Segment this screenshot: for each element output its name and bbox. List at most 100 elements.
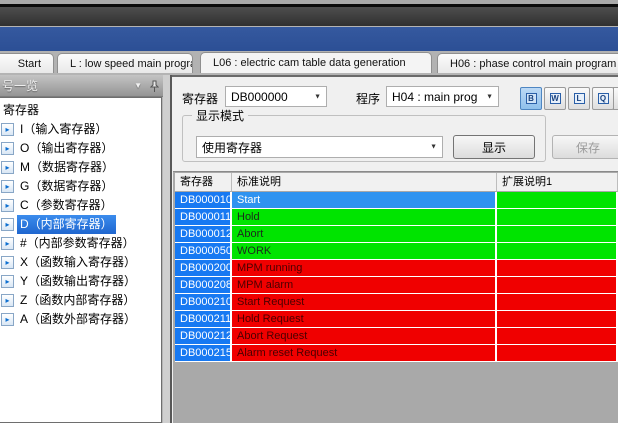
save-button[interactable]: 保存: [552, 135, 618, 159]
extended-description-cell[interactable]: [497, 260, 618, 277]
tree-item-label: O（输出寄存器）: [17, 139, 116, 158]
tree-item-label: C（参数寄存器）: [17, 196, 116, 215]
extended-description-cell[interactable]: [497, 192, 618, 209]
tree-item-label: A（函数外部寄存器）: [17, 310, 139, 329]
register-type-icon: ▸: [1, 275, 14, 288]
program-combobox-value: H04 : main prog: [392, 90, 477, 104]
description-cell[interactable]: Start: [232, 192, 497, 209]
column-header-extended-description[interactable]: 扩展说明1: [497, 173, 618, 192]
register-list-panel: 寄存器 DB000000 ▼ 程序 H04 : main prog ▼ BWLQ…: [172, 75, 618, 423]
extended-description-cell[interactable]: [497, 209, 618, 226]
table-row[interactable]: DB000010 Start: [175, 192, 618, 209]
description-cell[interactable]: Abort Request: [232, 328, 497, 345]
pin-icon[interactable]: [150, 80, 159, 93]
description-cell[interactable]: Start Request: [232, 294, 497, 311]
tab-start[interactable]: Start: [0, 53, 54, 73]
extended-description-cell[interactable]: [497, 277, 618, 294]
register-combobox[interactable]: DB000000 ▼: [225, 86, 327, 107]
table-row[interactable]: DB000215 Alarm reset Request: [175, 345, 618, 362]
column-header-register[interactable]: 寄存器: [175, 173, 232, 192]
sidebar-tree-item[interactable]: ▸ G（数据寄存器）: [0, 177, 161, 196]
sidebar-tree-item[interactable]: ▸ I（输入寄存器）: [0, 120, 161, 139]
display-mode-label: 显示模式: [192, 107, 248, 124]
tree-item-label: G（数据寄存器）: [17, 177, 116, 196]
tab-electric-cam-table[interactable]: L06 : electric cam table data generation: [200, 52, 432, 73]
b-register-icon: B: [526, 93, 537, 104]
menu-toolbar-band: [0, 27, 618, 51]
chevron-down-icon[interactable]: ▼: [486, 93, 493, 100]
register-type-icon: ▸: [1, 199, 14, 212]
table-row[interactable]: DB000011 Hold: [175, 209, 618, 226]
register-cell[interactable]: DB000010: [175, 192, 232, 209]
sidebar-tree-item[interactable]: ▸ Z（函数内部寄存器）: [0, 291, 161, 310]
tab-phase-control-main-program[interactable]: H06 : phase control main program: [437, 53, 618, 73]
register-cell[interactable]: DB000200: [175, 260, 232, 277]
program-combo-label: 程序: [356, 90, 380, 107]
chevron-down-icon[interactable]: ▼: [430, 144, 437, 151]
table-row[interactable]: DB000050 WORK: [175, 243, 618, 260]
extended-description-cell[interactable]: [497, 294, 618, 311]
view-size-button-w[interactable]: W: [544, 87, 566, 110]
register-cell[interactable]: DB000211: [175, 311, 232, 328]
register-cell[interactable]: DB000210: [175, 294, 232, 311]
description-cell[interactable]: MPM alarm: [232, 277, 497, 294]
register-combobox-value: DB000000: [231, 90, 288, 104]
register-list-sidebar: 号一览 ▼ 寄存器 ▸ I（输入寄存器） ▸ O（输出寄存器） ▸ M（数据寄存…: [0, 75, 163, 423]
sidebar-tree-item[interactable]: ▸ D（内部寄存器）: [0, 215, 161, 234]
description-cell[interactable]: WORK: [232, 243, 497, 260]
tree-root-registers[interactable]: 寄存器: [0, 101, 161, 120]
chevron-down-icon[interactable]: ▼: [134, 75, 142, 97]
display-mode-combobox[interactable]: 使用寄存器 ▼: [196, 136, 443, 158]
sidebar-tree-item[interactable]: ▸ #（内部参数寄存器）: [0, 234, 161, 253]
sidebar-tree-item[interactable]: ▸ A（函数外部寄存器）: [0, 310, 161, 329]
register-type-icon: ▸: [1, 161, 14, 174]
description-cell[interactable]: Hold Request: [232, 311, 497, 328]
view-size-button-q[interactable]: Q: [592, 87, 614, 110]
display-mode-value: 使用寄存器: [202, 139, 262, 156]
register-cell[interactable]: DB000050: [175, 243, 232, 260]
sidebar-tree-item[interactable]: ▸ X（函数输入寄存器）: [0, 253, 161, 272]
sidebar-header[interactable]: 号一览 ▼: [0, 75, 163, 97]
table-row[interactable]: DB000208 MPM alarm: [175, 277, 618, 294]
table-row[interactable]: DB000210 Start Request: [175, 294, 618, 311]
register-cell[interactable]: DB000208: [175, 277, 232, 294]
view-size-button-b[interactable]: B: [520, 87, 542, 110]
register-cell[interactable]: DB000212: [175, 328, 232, 345]
table-header-row: 寄存器 标准说明 扩展说明1: [175, 173, 618, 192]
chevron-down-icon[interactable]: ▼: [314, 93, 321, 100]
extended-description-cell[interactable]: [497, 226, 618, 243]
tree-item-label: D（内部寄存器）: [17, 215, 116, 234]
sidebar-tree-item[interactable]: ▸ C（参数寄存器）: [0, 196, 161, 215]
register-cell[interactable]: DB000012: [175, 226, 232, 243]
extended-description-cell[interactable]: [497, 243, 618, 260]
register-cell[interactable]: DB000011: [175, 209, 232, 226]
register-type-icon: ▸: [1, 313, 14, 326]
description-cell[interactable]: Abort: [232, 226, 497, 243]
table-row[interactable]: DB000212 Abort Request: [175, 328, 618, 345]
extended-description-cell[interactable]: [497, 345, 618, 362]
sidebar-tree-item[interactable]: ▸ O（输出寄存器）: [0, 139, 161, 158]
sidebar-splitter[interactable]: [163, 75, 172, 423]
table-row[interactable]: DB000211 Hold Request: [175, 311, 618, 328]
table-row[interactable]: DB000012 Abort: [175, 226, 618, 243]
extended-description-cell[interactable]: [497, 311, 618, 328]
description-cell[interactable]: Alarm reset Request: [232, 345, 497, 362]
toolbar-button-partial[interactable]: [613, 87, 618, 110]
table-row[interactable]: DB000200 MPM running: [175, 260, 618, 277]
sidebar-tree-item[interactable]: ▸ M（数据寄存器）: [0, 158, 161, 177]
description-cell[interactable]: MPM running: [232, 260, 497, 277]
view-size-button-l[interactable]: L: [568, 87, 590, 110]
tree-item-label: I（输入寄存器）: [17, 120, 110, 139]
description-cell[interactable]: Hold: [232, 209, 497, 226]
program-combobox[interactable]: H04 : main prog ▼: [386, 86, 499, 107]
register-type-icon: ▸: [1, 294, 14, 307]
register-type-icon: ▸: [1, 142, 14, 155]
register-type-icon: ▸: [1, 218, 14, 231]
tree-item-label: #（内部参数寄存器）: [17, 234, 138, 253]
column-header-standard-description[interactable]: 标准说明: [232, 173, 497, 192]
show-button[interactable]: 显示: [453, 135, 535, 159]
extended-description-cell[interactable]: [497, 328, 618, 345]
register-cell[interactable]: DB000215: [175, 345, 232, 362]
sidebar-tree-item[interactable]: ▸ Y（函数输出寄存器）: [0, 272, 161, 291]
tab-low-speed-main-program[interactable]: L : low speed main program: [57, 53, 193, 73]
